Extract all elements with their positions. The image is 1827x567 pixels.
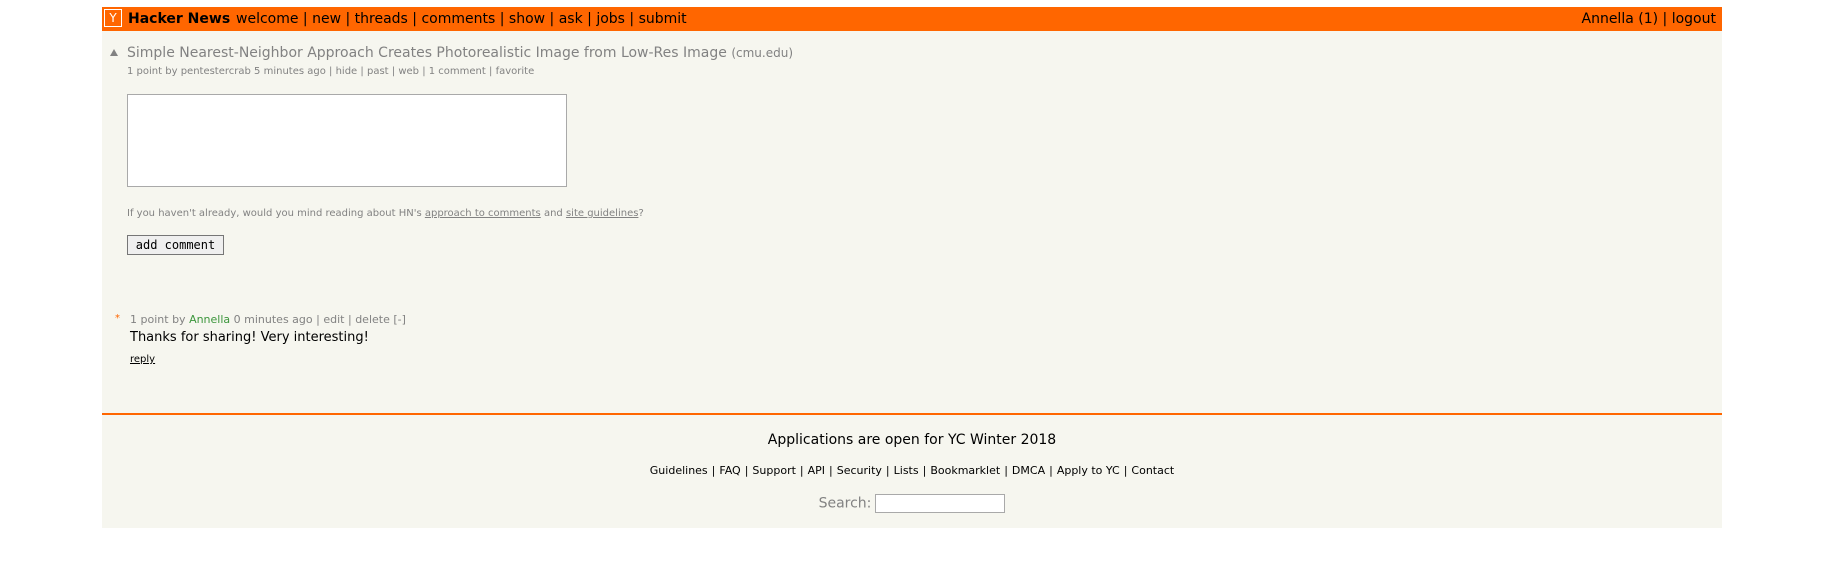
hint-text: If you haven't already, would you mind r… bbox=[127, 208, 422, 219]
user-box: Annella (1) | logout bbox=[1582, 11, 1717, 27]
story-site[interactable]: (cmu.edu) bbox=[731, 46, 793, 60]
past-link[interactable]: past bbox=[367, 66, 389, 77]
collapse-toggle[interactable]: [-] bbox=[393, 313, 406, 326]
footer-link-contact[interactable]: Contact bbox=[1131, 464, 1174, 477]
y-logo-icon[interactable]: Y bbox=[104, 9, 122, 27]
footer-separator: | bbox=[711, 464, 716, 477]
nav-separator: | bbox=[629, 11, 635, 27]
nav-new[interactable]: new bbox=[312, 11, 341, 27]
karma-count: (1) bbox=[1638, 11, 1659, 27]
comment-age-link[interactable]: 0 minutes ago bbox=[234, 313, 313, 326]
subtext-separator: | bbox=[391, 66, 396, 77]
subtext-separator: | bbox=[329, 66, 333, 77]
story-points: 1 point bbox=[127, 66, 163, 77]
comment-user-link[interactable]: Annella bbox=[189, 313, 230, 326]
footer-link-bookmarklet[interactable]: Bookmarklet bbox=[930, 464, 1000, 477]
footer-links: Guidelines | FAQ | Support | API | Security | List… bbox=[102, 464, 1722, 477]
footer-link-lists[interactable]: Lists bbox=[894, 464, 919, 477]
own-comment-marker-icon: * bbox=[115, 313, 120, 324]
comment-by-label: by bbox=[172, 313, 186, 326]
comment-separator: | bbox=[316, 313, 320, 326]
nav-separator: | bbox=[345, 11, 351, 27]
nav-show[interactable]: show bbox=[509, 11, 545, 27]
subtext-separator: | bbox=[360, 66, 364, 77]
footer-separator: | bbox=[829, 464, 833, 477]
comment-guidelines-hint: If you haven't already, would you mind r… bbox=[127, 208, 644, 219]
footer-separator: | bbox=[1049, 464, 1053, 477]
top-nav: welcome | new | threads | comments | sho… bbox=[236, 11, 687, 27]
comments-count-link[interactable]: 1 comment bbox=[429, 66, 486, 77]
footer-link-support[interactable]: Support bbox=[752, 464, 795, 477]
site-guidelines-link[interactable]: site guidelines bbox=[566, 208, 638, 219]
comment-text: Thanks for sharing! Very interesting! bbox=[130, 330, 369, 345]
username-link[interactable]: Annella bbox=[1582, 11, 1634, 27]
top-bar: Y Hacker News welcome | new | threads | … bbox=[102, 7, 1722, 31]
subtext-separator: | bbox=[489, 66, 493, 77]
comment-textarea[interactable] bbox=[127, 94, 567, 187]
nav-threads[interactable]: threads bbox=[355, 11, 408, 27]
footer-separator: | bbox=[1123, 464, 1128, 477]
footer-link-apply[interactable]: Apply to YC bbox=[1057, 464, 1120, 477]
search-label: Search: bbox=[818, 495, 872, 512]
nav-separator: | bbox=[549, 11, 555, 27]
footer-separator: | bbox=[885, 464, 890, 477]
nav-separator: | bbox=[1662, 11, 1668, 27]
nav-jobs[interactable]: jobs bbox=[596, 11, 625, 27]
footer-separator: | bbox=[744, 464, 749, 477]
story-title-link[interactable]: Simple Nearest-Neighbor Approach Creates… bbox=[127, 45, 727, 61]
approach-to-comments-link[interactable]: approach to comments bbox=[425, 208, 541, 219]
web-link[interactable]: web bbox=[398, 66, 419, 77]
story-subtext: 1 point by pentestercrab 5 minutes ago |… bbox=[127, 66, 534, 77]
nav-separator: | bbox=[412, 11, 418, 27]
reply-link[interactable]: reply bbox=[130, 354, 155, 365]
story-by-label: by bbox=[165, 66, 178, 77]
footer-separator: | bbox=[799, 464, 804, 477]
comment-header: 1 point by Annella 0 minutes ago | edit … bbox=[130, 313, 406, 326]
logout-link[interactable]: logout bbox=[1672, 11, 1716, 27]
edit-link[interactable]: edit bbox=[323, 313, 344, 326]
nav-separator: | bbox=[499, 11, 505, 27]
footer-link-guidelines[interactable]: Guidelines bbox=[650, 464, 708, 477]
delete-link[interactable]: delete bbox=[355, 313, 390, 326]
story-title-row: Simple Nearest-Neighbor Approach Creates… bbox=[127, 45, 793, 61]
hint-question-mark: ? bbox=[638, 208, 644, 219]
upvote-arrow-icon[interactable] bbox=[110, 49, 118, 56]
footer-link-faq[interactable]: FAQ bbox=[719, 464, 740, 477]
hide-link[interactable]: hide bbox=[336, 66, 358, 77]
hn-page: Y Hacker News welcome | new | threads | … bbox=[102, 7, 1722, 528]
footer-separator: | bbox=[922, 464, 927, 477]
nav-ask[interactable]: ask bbox=[559, 11, 583, 27]
footer-link-dmca[interactable]: DMCA bbox=[1012, 464, 1045, 477]
nav-welcome[interactable]: welcome bbox=[236, 11, 298, 27]
footer-link-security[interactable]: Security bbox=[837, 464, 882, 477]
search-input[interactable] bbox=[875, 494, 1006, 513]
nav-separator: | bbox=[587, 11, 592, 27]
footer-link-api[interactable]: API bbox=[808, 464, 825, 477]
comment-points: 1 point bbox=[130, 313, 169, 326]
nav-separator: | bbox=[302, 11, 308, 27]
story-age-link[interactable]: 5 minutes ago bbox=[254, 66, 326, 77]
hint-and: and bbox=[543, 208, 563, 219]
story-author-link[interactable]: pentestercrab bbox=[181, 66, 251, 77]
site-name-link[interactable]: Hacker News bbox=[128, 11, 230, 27]
add-comment-button[interactable]: add comment bbox=[127, 235, 224, 255]
footer-divider bbox=[102, 413, 1722, 415]
subtext-separator: | bbox=[422, 66, 426, 77]
footer-separator: | bbox=[1004, 464, 1008, 477]
comment-separator: | bbox=[347, 313, 352, 326]
nav-comments[interactable]: comments bbox=[421, 11, 495, 27]
nav-submit[interactable]: submit bbox=[639, 11, 687, 27]
footer-search: Search: bbox=[102, 494, 1722, 513]
yc-applications-link[interactable]: Applications are open for YC Winter 2018 bbox=[102, 432, 1722, 448]
favorite-link[interactable]: favorite bbox=[496, 66, 535, 77]
